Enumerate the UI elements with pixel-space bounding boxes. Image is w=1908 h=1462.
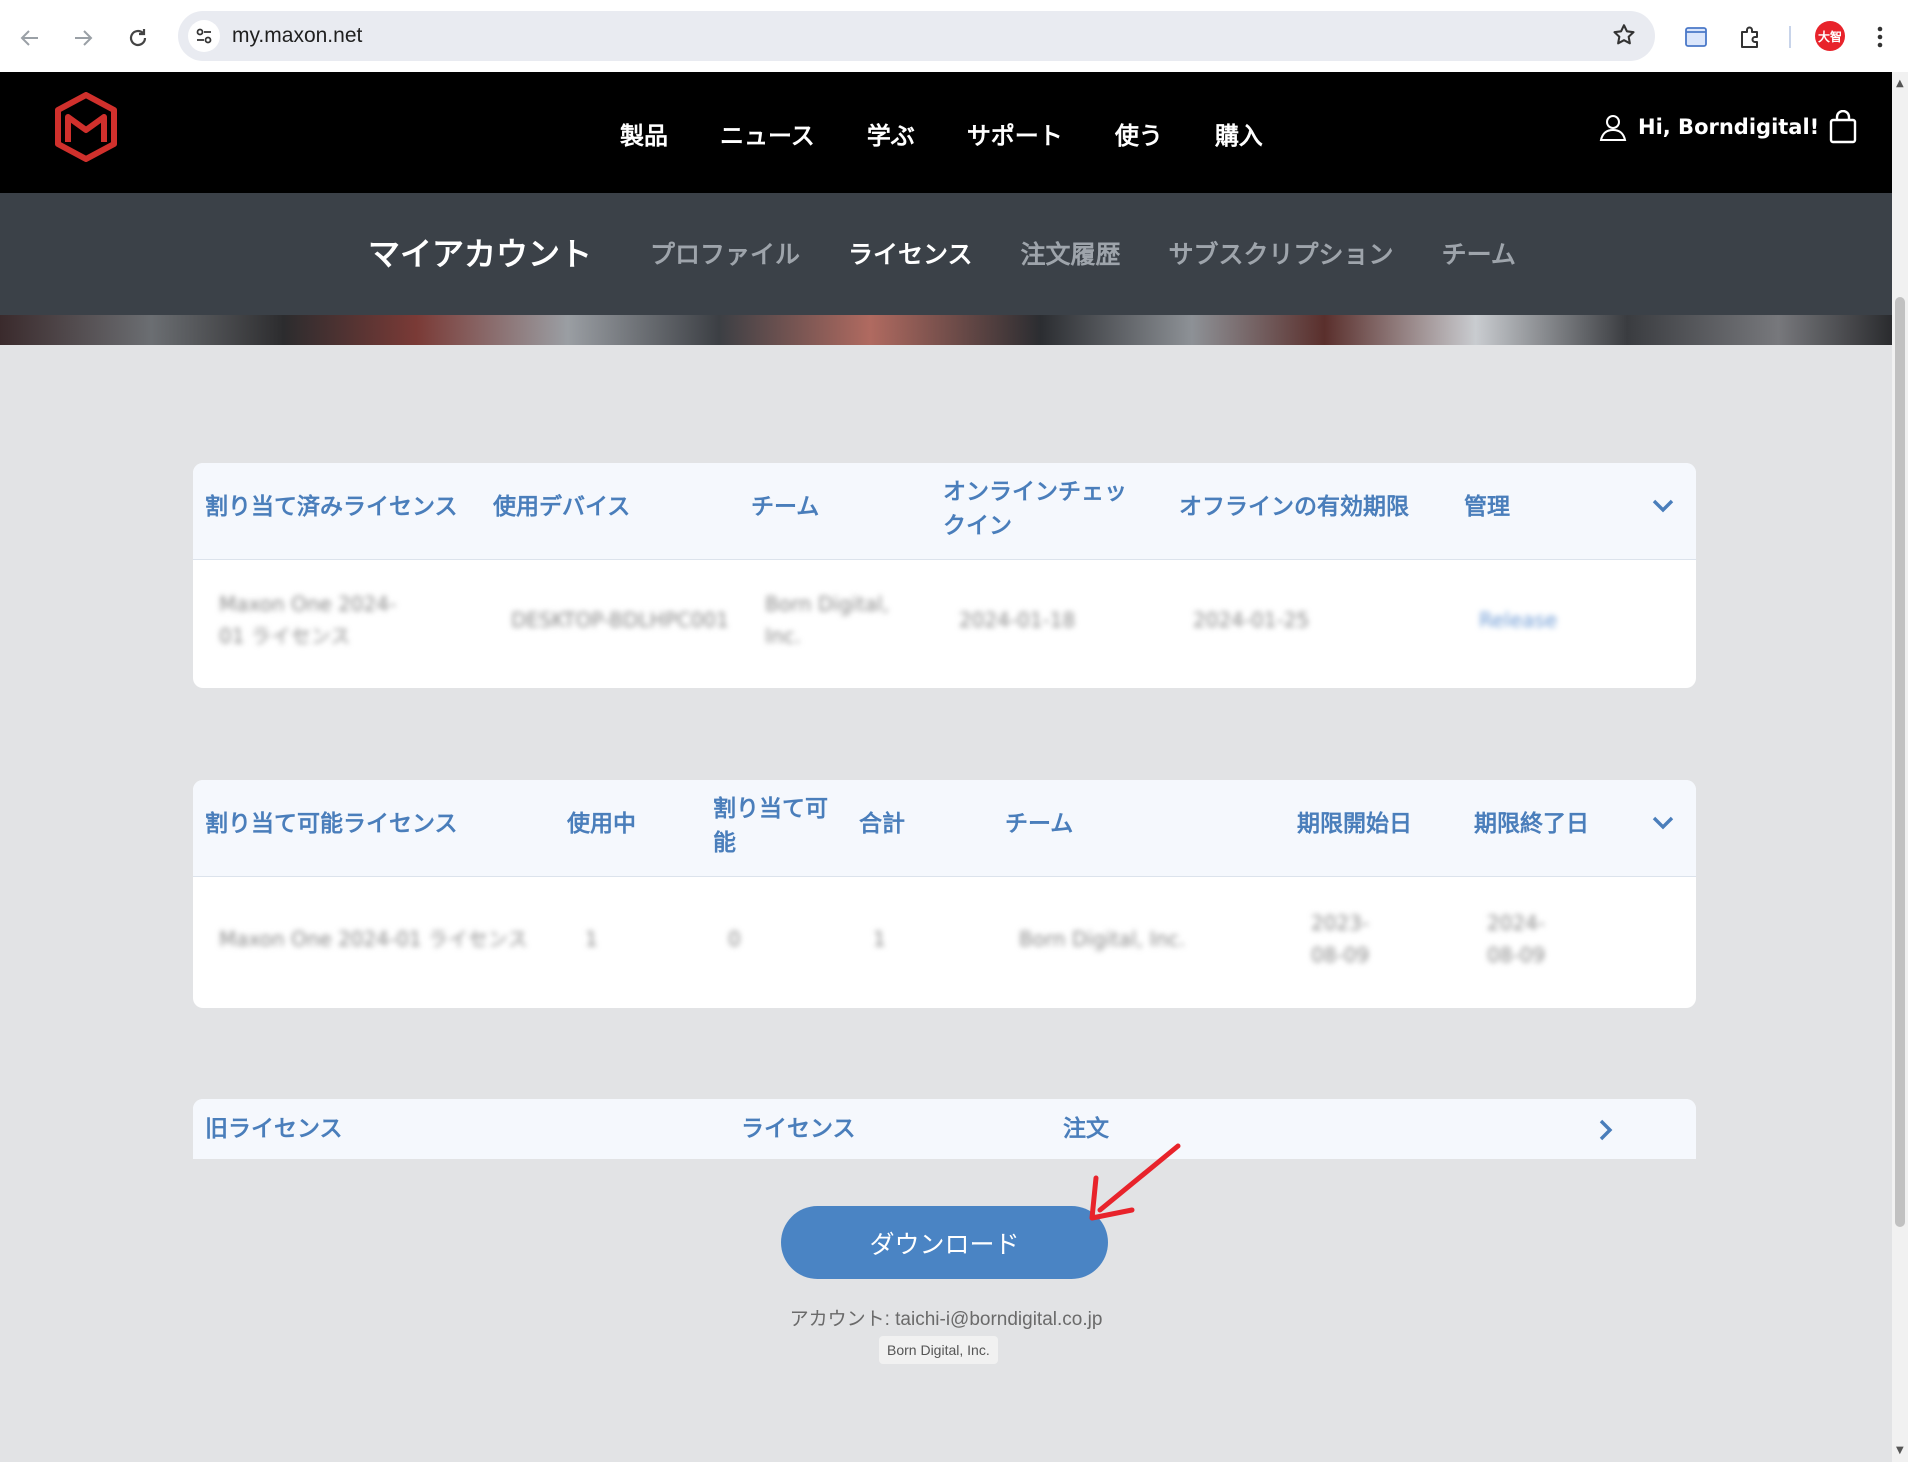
col-manage: 管理: [1464, 494, 1510, 520]
tune-icon: [196, 28, 212, 44]
profile-avatar[interactable]: 大智: [1815, 21, 1845, 51]
address-bar[interactable]: my.maxon.net: [178, 11, 1655, 61]
assignable-count: 0: [728, 927, 741, 951]
col-online-checkin: オンラインチェックイン: [943, 479, 1127, 539]
main-nav: 製品 ニュース 学ぶ サポート 使う 購入: [620, 116, 1315, 151]
user-icon: [1599, 115, 1627, 141]
online-checkin-date: 2024-01-18: [959, 608, 1076, 632]
start-date: 2023-08-09: [1311, 911, 1370, 967]
scroll-thumb[interactable]: [1895, 297, 1905, 1227]
nav-products[interactable]: 製品: [620, 116, 668, 151]
col-total: 合計: [859, 811, 905, 837]
user-greeting[interactable]: Hi, Borndigital!: [1638, 115, 1819, 139]
col-license: ライセンス: [741, 1116, 856, 1142]
side-panel-icon: [1685, 27, 1707, 47]
col-end-date: 期限終了日: [1474, 811, 1589, 837]
account-email: アカウント: taichi-i@borndigital.co.jp: [789, 1309, 1103, 1330]
star-icon: [1613, 24, 1635, 45]
assignable-licenses-card: 割り当て可能ライセンス 使用中 割り当て可能 合計 チーム 期限開始日 期限終了…: [193, 780, 1696, 1008]
col-team: チーム: [1005, 811, 1074, 837]
site-header: 製品 ニュース 学ぶ サポート 使う 購入 Hi, Borndigital!: [0, 72, 1892, 193]
table-header: 旧ライセンス ライセンス 注文: [193, 1099, 1696, 1159]
col-legacy-license: 旧ライセンス: [205, 1116, 343, 1142]
download-button[interactable]: ダウンロード: [781, 1206, 1108, 1279]
side-panel-button[interactable]: [1679, 20, 1713, 54]
url-text[interactable]: my.maxon.net: [232, 24, 362, 48]
release-link[interactable]: Release: [1479, 604, 1557, 636]
tab-licenses[interactable]: ライセンス: [848, 235, 973, 271]
tab-subscriptions[interactable]: サブスクリプション: [1169, 235, 1394, 271]
col-offline-expiry: オフラインの有効期限: [1179, 494, 1409, 520]
back-button[interactable]: [14, 22, 46, 54]
tab-order-history[interactable]: 注文履歴: [1021, 235, 1121, 271]
kebab-menu-icon: [1877, 26, 1883, 48]
account-tabs: プロファイル ライセンス 注文履歴 サブスクリプション チーム: [650, 235, 1564, 271]
offline-expiry-date: 2024-01-25: [1193, 608, 1310, 632]
col-team: チーム: [751, 494, 820, 520]
nav-use[interactable]: 使う: [1115, 116, 1163, 151]
browser-toolbar: my.maxon.net 大智: [0, 0, 1908, 72]
col-assignable: 割り当て可能: [713, 796, 828, 856]
tab-profile[interactable]: プロファイル: [650, 235, 800, 271]
assigned-licenses-card: 割り当て済みライセンス 使用デバイス チーム オンラインチェックイン オフライン…: [193, 463, 1696, 688]
back-arrow-icon: [20, 30, 38, 46]
nav-buy[interactable]: 購入: [1215, 116, 1263, 151]
reload-icon: [129, 29, 147, 47]
page-scrollbar[interactable]: ▲ ▼: [1892, 72, 1908, 1462]
table-header: 割り当て可能ライセンス 使用中 割り当て可能 合計 チーム 期限開始日 期限終了…: [193, 780, 1696, 877]
chevron-down-icon[interactable]: [1650, 495, 1676, 515]
forward-arrow-icon: [75, 30, 93, 46]
account-title: マイアカウント: [368, 235, 593, 273]
toolbar-separator: [1789, 26, 1791, 48]
reload-button[interactable]: [122, 22, 154, 54]
account-subnav: マイアカウント プロファイル ライセンス 注文履歴 サブスクリプション チーム: [0, 193, 1892, 315]
table-header: 割り当て済みライセンス 使用デバイス チーム オンラインチェックイン オフライン…: [193, 463, 1696, 560]
chevron-right-icon[interactable]: [1595, 1117, 1615, 1143]
maxon-logo[interactable]: [54, 92, 118, 166]
extensions-button[interactable]: [1733, 20, 1767, 54]
nav-support[interactable]: サポート: [967, 116, 1063, 151]
total-count: 1: [873, 927, 886, 951]
device-name: DESKTOP-BDLHPC001: [511, 608, 729, 632]
nav-learn[interactable]: 学ぶ: [867, 116, 915, 151]
bookmark-button[interactable]: [1611, 22, 1637, 52]
license-name: Maxon One 2024-01 ライセンス: [219, 592, 397, 648]
in-use-count: 1: [585, 927, 598, 951]
chevron-down-icon[interactable]: [1650, 812, 1676, 832]
browser-menu-button[interactable]: [1868, 20, 1892, 54]
shopping-bag-icon: [1829, 109, 1857, 144]
col-start-date: 期限開始日: [1297, 811, 1412, 837]
team-name: Born Digital, Inc.: [765, 592, 890, 648]
maxon-cube-icon: [55, 92, 117, 162]
col-assignable-license: 割り当て可能ライセンス: [205, 811, 458, 837]
puzzle-icon: [1741, 26, 1758, 48]
col-in-use: 使用中: [567, 811, 636, 837]
nav-news[interactable]: ニュース: [720, 116, 815, 151]
legacy-licenses-card[interactable]: 旧ライセンス ライセンス 注文: [193, 1099, 1696, 1159]
company-name: Born Digital, Inc.: [879, 1336, 998, 1364]
annotation-arrow-icon: [1089, 1143, 1181, 1221]
scroll-up-icon[interactable]: ▲: [1896, 78, 1904, 89]
site-info-button[interactable]: [188, 20, 220, 52]
team-name: Born Digital, Inc.: [1019, 927, 1186, 951]
user-menu[interactable]: Hi, Borndigital!: [1598, 112, 1819, 142]
forward-button[interactable]: [67, 22, 99, 54]
tab-team[interactable]: チーム: [1442, 235, 1516, 271]
cart-button[interactable]: [1828, 109, 1858, 148]
license-name: Maxon One 2024-01 ライセンス: [219, 927, 528, 951]
profile-initials: 大智: [1817, 29, 1842, 44]
end-date: 2024-08-09: [1487, 911, 1546, 967]
hero-banner: [0, 315, 1892, 345]
col-assigned-license: 割り当て済みライセンス: [205, 494, 458, 520]
scroll-down-icon[interactable]: ▼: [1896, 1445, 1904, 1456]
col-device: 使用デバイス: [493, 494, 631, 520]
